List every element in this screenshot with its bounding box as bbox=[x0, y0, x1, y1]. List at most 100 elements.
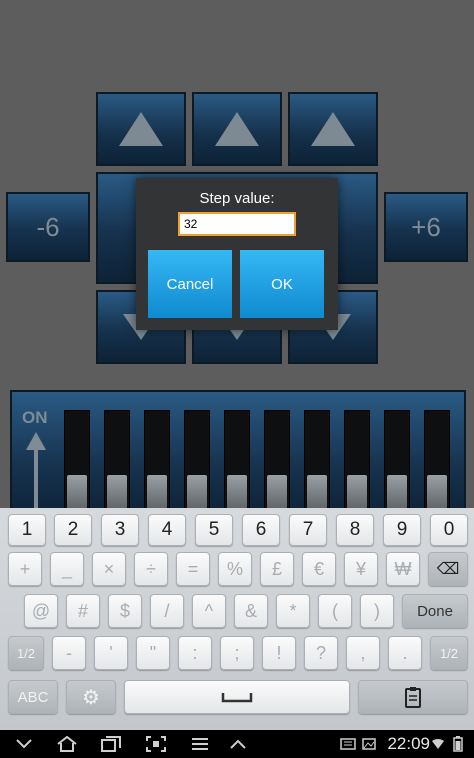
key-at[interactable]: @ bbox=[24, 594, 58, 628]
fader-knob[interactable] bbox=[347, 475, 367, 508]
key-1[interactable]: 1 bbox=[8, 514, 46, 546]
fader-2[interactable] bbox=[104, 410, 130, 508]
recent-apps-icon[interactable] bbox=[98, 734, 124, 754]
key-slash[interactable]: / bbox=[150, 594, 184, 628]
system-navigation-bar: 22:09 bbox=[0, 730, 474, 758]
up-arrow-icon bbox=[311, 112, 355, 146]
key-9[interactable]: 9 bbox=[383, 514, 421, 546]
key-percent[interactable]: % bbox=[218, 552, 252, 586]
space-key[interactable] bbox=[124, 680, 350, 714]
backspace-key[interactable]: ⌫ bbox=[428, 552, 468, 586]
keyboard-status-icon bbox=[338, 734, 358, 754]
key-asterisk[interactable]: * bbox=[276, 594, 310, 628]
menu-icon[interactable] bbox=[188, 734, 212, 754]
key-euro[interactable]: € bbox=[302, 552, 336, 586]
key-divide[interactable]: ÷ bbox=[134, 552, 168, 586]
key-semicolon[interactable]: ; bbox=[220, 636, 254, 670]
key-dash[interactable]: - bbox=[52, 636, 86, 670]
fader-knob[interactable] bbox=[107, 475, 127, 508]
key-exclamation[interactable]: ! bbox=[262, 636, 296, 670]
wifi-icon bbox=[430, 734, 446, 754]
fader-9[interactable] bbox=[384, 410, 410, 508]
done-key[interactable]: Done bbox=[402, 594, 468, 628]
fader-knob[interactable] bbox=[267, 475, 287, 508]
key-3[interactable]: 3 bbox=[101, 514, 139, 546]
key-pound[interactable]: £ bbox=[260, 552, 294, 586]
gallery-status-icon bbox=[360, 734, 378, 754]
clipboard-icon bbox=[405, 687, 421, 708]
key-caret[interactable]: ^ bbox=[192, 594, 226, 628]
hide-keyboard-icon[interactable] bbox=[12, 734, 36, 754]
fader-6[interactable] bbox=[264, 410, 290, 508]
key-hash[interactable]: # bbox=[66, 594, 100, 628]
fader-knob[interactable] bbox=[227, 475, 247, 508]
abc-key[interactable]: ABC bbox=[8, 680, 58, 714]
on-screen-keyboard: 1 2 3 4 5 6 7 8 9 0 + _ × ÷ = % £ € ¥ ₩ … bbox=[0, 508, 474, 730]
key-yen[interactable]: ¥ bbox=[344, 552, 378, 586]
fader-4[interactable] bbox=[184, 410, 210, 508]
key-7[interactable]: 7 bbox=[289, 514, 327, 546]
key-right-paren[interactable]: ) bbox=[360, 594, 394, 628]
home-icon[interactable] bbox=[54, 734, 80, 754]
key-page-left[interactable]: 1/2 bbox=[8, 636, 44, 670]
step-value-dialog: Step value: Cancel OK bbox=[136, 178, 338, 330]
fader-knob[interactable] bbox=[387, 475, 407, 508]
step-value-input[interactable] bbox=[178, 212, 296, 236]
key-8[interactable]: 8 bbox=[336, 514, 374, 546]
up-arrow-icon bbox=[215, 112, 259, 146]
key-underscore[interactable]: _ bbox=[50, 552, 84, 586]
key-quote[interactable]: " bbox=[136, 636, 170, 670]
key-colon[interactable]: : bbox=[178, 636, 212, 670]
fader-knob[interactable] bbox=[427, 475, 447, 508]
fader-knob[interactable] bbox=[307, 475, 327, 508]
key-ampersand[interactable]: & bbox=[234, 594, 268, 628]
key-dollar[interactable]: $ bbox=[108, 594, 142, 628]
settings-key[interactable]: ⚙ bbox=[66, 680, 116, 714]
key-apostrophe[interactable]: ' bbox=[94, 636, 128, 670]
on-label: ON bbox=[22, 408, 48, 427]
fader-knob[interactable] bbox=[147, 475, 167, 508]
quick-panel-up-icon[interactable] bbox=[226, 734, 250, 754]
cancel-button[interactable]: Cancel bbox=[148, 250, 232, 318]
fader-3[interactable] bbox=[144, 410, 170, 508]
key-comma[interactable]: , bbox=[346, 636, 380, 670]
key-6[interactable]: 6 bbox=[242, 514, 280, 546]
fader-1[interactable] bbox=[64, 410, 90, 508]
fader-8[interactable] bbox=[344, 410, 370, 508]
up-button-2[interactable] bbox=[192, 92, 282, 166]
backspace-icon: ⌫ bbox=[436, 561, 460, 578]
key-multiply[interactable]: × bbox=[92, 552, 126, 586]
key-2[interactable]: 2 bbox=[54, 514, 92, 546]
up-button-3[interactable] bbox=[288, 92, 378, 166]
key-period[interactable]: . bbox=[388, 636, 422, 670]
key-question[interactable]: ? bbox=[304, 636, 338, 670]
space-bar-icon bbox=[221, 693, 253, 703]
up-button-1[interactable] bbox=[96, 92, 186, 166]
screenshot-icon[interactable] bbox=[144, 734, 168, 754]
status-clock: 22:09 bbox=[387, 734, 430, 753]
ok-button[interactable]: OK bbox=[240, 250, 324, 318]
key-equals[interactable]: = bbox=[176, 552, 210, 586]
step-plus-button[interactable]: +6 bbox=[384, 192, 468, 262]
key-left-paren[interactable]: ( bbox=[318, 594, 352, 628]
fader-10[interactable] bbox=[424, 410, 450, 508]
fader-7[interactable] bbox=[304, 410, 330, 508]
arrow-shaft bbox=[34, 448, 38, 508]
key-4[interactable]: 4 bbox=[148, 514, 186, 546]
step-minus-button[interactable]: -6 bbox=[6, 192, 90, 262]
fader-knob[interactable] bbox=[67, 475, 87, 508]
step-plus-label: +6 bbox=[411, 211, 441, 242]
fader-panel: ON bbox=[10, 390, 466, 508]
fader-5[interactable] bbox=[224, 410, 250, 508]
up-arrow-icon bbox=[119, 112, 163, 146]
key-page-right[interactable]: 1/2 bbox=[430, 636, 468, 670]
key-0[interactable]: 0 bbox=[430, 514, 468, 546]
battery-icon bbox=[450, 734, 466, 754]
key-5[interactable]: 5 bbox=[195, 514, 233, 546]
clipboard-key[interactable] bbox=[358, 680, 468, 714]
dialog-title: Step value: bbox=[199, 190, 275, 207]
key-plus[interactable]: + bbox=[8, 552, 42, 586]
key-won[interactable]: ₩ bbox=[386, 552, 420, 586]
fader-knob[interactable] bbox=[187, 475, 207, 508]
step-minus-label: -6 bbox=[36, 211, 60, 242]
